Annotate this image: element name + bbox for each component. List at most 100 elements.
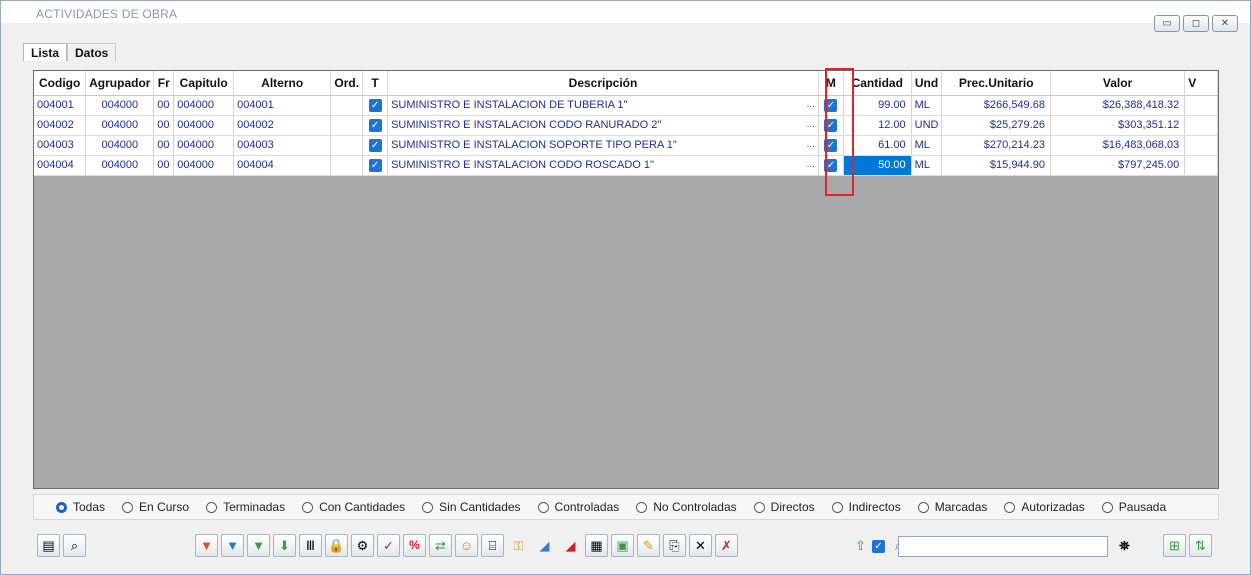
cell-t[interactable]: ✓ (362, 95, 389, 116)
filter-radio-terminadas[interactable]: Terminadas (206, 500, 285, 514)
key-icon[interactable]: ⚿ (507, 534, 530, 557)
cell-ord[interactable] (330, 135, 364, 156)
ellipsis-button[interactable]: ... (807, 139, 815, 150)
cell-und[interactable]: ML (911, 135, 943, 156)
radio-circle[interactable] (56, 501, 67, 513)
cell-agrupador[interactable]: 004000 (85, 115, 155, 136)
col-valor[interactable]: Valor (1050, 71, 1186, 96)
cell-agrupador[interactable]: 004000 (85, 155, 155, 176)
radio-circle[interactable] (831, 501, 843, 513)
radio-circle[interactable] (1101, 501, 1113, 513)
radio-circle[interactable] (636, 501, 648, 513)
cell-fr[interactable]: 00 (153, 135, 175, 156)
image-icon[interactable]: ▣ (611, 534, 634, 557)
radio-circle[interactable] (537, 501, 549, 513)
radio-circle[interactable] (917, 501, 929, 513)
cell-alterno[interactable]: 004003 (233, 135, 332, 156)
tab-lista[interactable]: Lista (23, 43, 68, 61)
bracket-icon[interactable]: ⌸ (481, 534, 504, 557)
cell-v[interactable] (1184, 115, 1218, 136)
radio-circle[interactable] (753, 501, 765, 513)
t-checkbox[interactable]: ✓ (368, 98, 382, 112)
col-alterno[interactable]: Alterno (233, 71, 332, 96)
cell-v[interactable] (1184, 135, 1218, 156)
refresh-icon[interactable]: ⇄ (429, 534, 452, 557)
sort-icon[interactable]: ⇅ (1189, 534, 1212, 557)
col-agrupador[interactable]: Agrupador (85, 71, 155, 96)
cell-ord[interactable] (330, 115, 364, 136)
restore-button[interactable]: ◻ (1183, 15, 1209, 32)
filter-radio-marcadas[interactable]: Marcadas (917, 500, 987, 514)
t-checkbox[interactable]: ✓ (368, 138, 382, 152)
ellipsis-button[interactable]: ... (807, 119, 815, 130)
cell-codigo[interactable]: 004004 (34, 155, 87, 176)
minimize-button[interactable]: ▭ (1154, 15, 1180, 32)
lock-icon[interactable]: 🔒 (325, 534, 348, 557)
cell-valor[interactable]: $26,388,418.32 (1050, 95, 1186, 116)
filter-radio-autorizadas[interactable]: Autorizadas (1004, 500, 1085, 514)
cell-descripcion[interactable]: SUMINISTRO E INSTALACION CODO ROSCADO 1"… (387, 155, 819, 176)
col-und[interactable]: Und (911, 71, 943, 96)
cell-fr[interactable]: 00 (153, 95, 175, 116)
copy-icon[interactable]: ⎘ (663, 534, 686, 557)
ellipsis-button[interactable]: ... (807, 159, 815, 170)
radio-circle[interactable] (422, 501, 434, 513)
col-t[interactable]: T (362, 71, 389, 96)
cell-fr[interactable]: 00 (153, 115, 175, 136)
cell-ord[interactable] (330, 95, 364, 116)
col-capitulo[interactable]: Capitulo (173, 71, 235, 96)
cell-descripcion[interactable]: SUMINISTRO E INSTALACION SOPORTE TIPO PE… (387, 135, 819, 156)
cell-agrupador[interactable]: 004000 (85, 95, 155, 116)
col-codigo[interactable]: Codigo (34, 71, 87, 96)
cell-valor[interactable]: $797,245.00 (1050, 155, 1186, 176)
edit-icon[interactable]: ✎ (637, 534, 660, 557)
filter-radio-no-controladas[interactable]: No Controladas (636, 500, 737, 514)
cell-agrupador[interactable]: 004000 (85, 135, 155, 156)
filter-radio-con-cantidades[interactable]: Con Cantidades (302, 500, 405, 514)
columns-icon[interactable]: Ⅲ (299, 534, 322, 557)
filter-remove-icon[interactable]: ▼ (247, 534, 270, 557)
col-fr[interactable]: Fr (153, 71, 175, 96)
cell-capitulo[interactable]: 004000 (173, 155, 235, 176)
cell-valor[interactable]: $303,351.12 (1050, 115, 1186, 136)
cell-t[interactable]: ✓ (362, 115, 389, 136)
t-checkbox[interactable]: ✓ (368, 118, 382, 132)
clear-icon[interactable]: ✗ (715, 534, 738, 557)
cell-und[interactable]: UND (911, 115, 943, 136)
radio-circle[interactable] (302, 501, 314, 513)
cell-precio[interactable]: $266,549.68 (941, 95, 1051, 116)
user-icon[interactable]: ☺ (455, 534, 478, 557)
col-ord[interactable]: Ord. (330, 71, 364, 96)
radio-circle[interactable] (122, 501, 134, 513)
cell-v[interactable] (1184, 155, 1218, 176)
calendar-icon[interactable]: ▦ (585, 534, 608, 557)
cell-und[interactable]: ML (911, 155, 943, 176)
activities-grid[interactable]: Codigo Agrupador Fr Capitulo Alterno Ord… (33, 70, 1219, 489)
filter-radio-todas[interactable]: Todas (56, 500, 105, 514)
cell-fr[interactable]: 00 (153, 155, 175, 176)
cell-capitulo[interactable]: 004000 (173, 135, 235, 156)
chart-icon[interactable]: ◢ (533, 534, 556, 557)
tab-datos[interactable]: Datos (67, 43, 117, 61)
col-descripcion[interactable]: Descripción (387, 71, 819, 96)
settings-icon[interactable]: ⚙ (351, 534, 374, 557)
cell-descripcion[interactable]: SUMINISTRO E INSTALACION DE TUBERIA 1"..… (387, 95, 819, 116)
filter-radio-sin-cantidades[interactable]: Sin Cantidades (422, 500, 521, 514)
search-icon[interactable]: ⌕ (63, 534, 86, 557)
col-prec-unitario[interactable]: Prec.Unitario (941, 71, 1051, 96)
cell-v[interactable] (1184, 95, 1218, 116)
cell-capitulo[interactable]: 004000 (173, 115, 235, 136)
cell-alterno[interactable]: 004001 (233, 95, 332, 116)
table-row[interactable]: 004002 004000 00 004000 004002 ✓ SUMINISTRO E … (34, 115, 1218, 136)
search-input[interactable] (898, 536, 1108, 557)
check-icon[interactable]: ✓ (377, 534, 400, 557)
table-row[interactable]: 004003 004000 00 004000 004003 ✓ SUMINISTRO E … (34, 135, 1218, 156)
excel-export-icon[interactable]: ⊞ (1163, 534, 1186, 557)
table-row[interactable]: 004001 004000 00 004000 004001 ✓ SUMINISTRO E … (34, 95, 1218, 116)
table-row[interactable]: 004004 004000 00 004000 004004 ✓ SUMINISTRO E … (34, 155, 1218, 176)
filter-radio-controladas[interactable]: Controladas (537, 500, 619, 514)
cell-t[interactable]: ✓ (362, 135, 389, 156)
filter-radio-directos[interactable]: Directos (753, 500, 815, 514)
filter-radio-indirectos[interactable]: Indirectos (831, 500, 901, 514)
filter-icon[interactable]: ▼ (195, 534, 218, 557)
